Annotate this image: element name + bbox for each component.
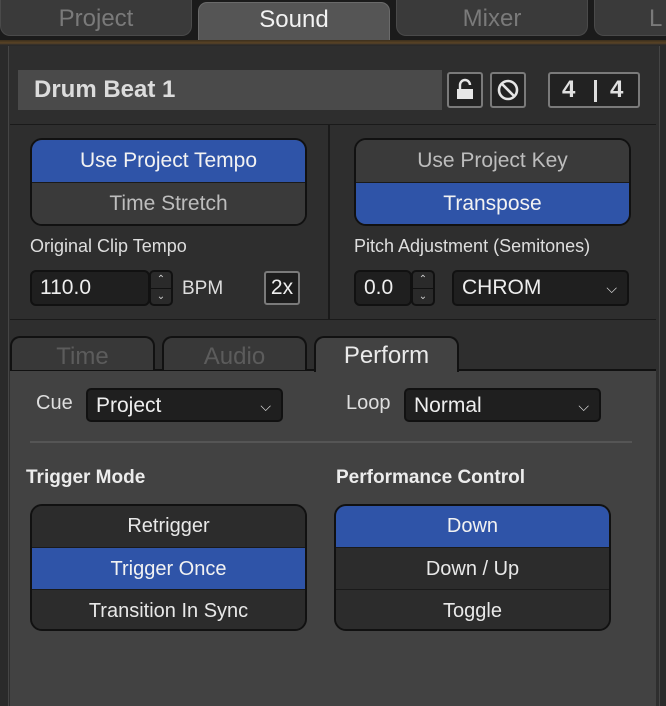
tab-sound[interactable]: Sound — [198, 2, 390, 40]
pitch-stepper[interactable]: ⌃ ⌄ — [411, 270, 435, 306]
performance-control-heading: Performance Control — [336, 467, 525, 488]
chevron-down-icon: ⌵ — [260, 398, 271, 414]
tempo-stepper[interactable]: ⌃ ⌄ — [149, 270, 173, 306]
toggle-option[interactable]: Toggle — [336, 589, 609, 629]
chevron-down-icon: ⌵ — [606, 280, 617, 296]
time-stretch-option[interactable]: Time Stretch — [32, 182, 305, 224]
chevron-up-icon[interactable]: ⌃ — [151, 272, 171, 288]
retrigger-option[interactable]: Retrigger — [32, 506, 305, 547]
clip-tempo-field[interactable]: 110.0 — [30, 270, 150, 306]
time-signature[interactable]: 4 4 — [548, 72, 640, 108]
double-tempo-button[interactable]: 2x — [264, 271, 300, 305]
bpm-label: BPM — [182, 278, 224, 299]
top-tab-bar: Project Sound Mixer L — [0, 0, 666, 40]
trigger-mode-heading: Trigger Mode — [26, 467, 146, 488]
time-signature-divider — [594, 80, 597, 102]
use-project-tempo-option[interactable]: Use Project Tempo — [32, 140, 305, 182]
tab-time[interactable]: Time — [10, 336, 155, 370]
loop-value: Normal — [414, 394, 482, 417]
scale-dropdown[interactable]: CHROM ⌵ — [452, 270, 629, 306]
use-project-key-option[interactable]: Use Project Key — [356, 140, 629, 182]
chevron-down-icon[interactable]: ⌄ — [151, 288, 171, 304]
transition-in-sync-option[interactable]: Transition In Sync — [32, 589, 305, 629]
down-up-option[interactable]: Down / Up — [336, 547, 609, 589]
cue-dropdown[interactable]: Project ⌵ — [86, 388, 283, 422]
loop-label: Loop — [346, 392, 391, 414]
clip-name-field[interactable]: Drum Beat 1 — [18, 70, 442, 110]
original-clip-tempo-label: Original Clip Tempo — [30, 236, 187, 256]
trigger-mode-group: Retrigger Trigger Once Transition In Syn… — [30, 504, 307, 631]
time-signature-denominator: 4 — [610, 76, 624, 103]
cue-value: Project — [96, 394, 162, 417]
pitch-adjustment-label: Pitch Adjustment (Semitones) — [354, 236, 591, 256]
tab-accent-line — [0, 40, 666, 45]
column-divider — [328, 125, 330, 319]
chevron-down-icon: ⌵ — [578, 398, 589, 414]
divider — [30, 441, 632, 443]
pitch-field[interactable]: 0.0 — [354, 270, 412, 306]
cue-label: Cue — [36, 392, 73, 414]
chevron-up-icon[interactable]: ⌃ — [413, 272, 433, 288]
tab-l[interactable]: L — [594, 0, 666, 36]
performance-control-group: Down Down / Up Toggle — [334, 504, 611, 631]
tempo-mode-group: Use Project Tempo Time Stretch — [30, 138, 307, 226]
prohibit-icon — [497, 79, 519, 101]
scale-value: CHROM — [462, 276, 542, 299]
down-option[interactable]: Down — [336, 506, 609, 547]
lock-button[interactable] — [447, 72, 483, 108]
tab-project[interactable]: Project — [0, 0, 192, 36]
disable-button[interactable] — [490, 72, 526, 108]
tab-mixer[interactable]: Mixer — [396, 0, 588, 36]
trigger-once-option[interactable]: Trigger Once — [32, 547, 305, 589]
time-signature-numerator: 4 — [562, 76, 576, 103]
loop-dropdown[interactable]: Normal ⌵ — [404, 388, 601, 422]
tab-perform[interactable]: Perform — [314, 336, 459, 372]
chevron-down-icon[interactable]: ⌄ — [413, 288, 433, 304]
lock-icon — [457, 78, 473, 99]
divider — [10, 319, 656, 320]
transpose-option[interactable]: Transpose — [356, 182, 629, 224]
tab-audio[interactable]: Audio — [162, 336, 307, 370]
key-mode-group: Use Project Key Transpose — [354, 138, 631, 226]
divider — [10, 124, 656, 125]
